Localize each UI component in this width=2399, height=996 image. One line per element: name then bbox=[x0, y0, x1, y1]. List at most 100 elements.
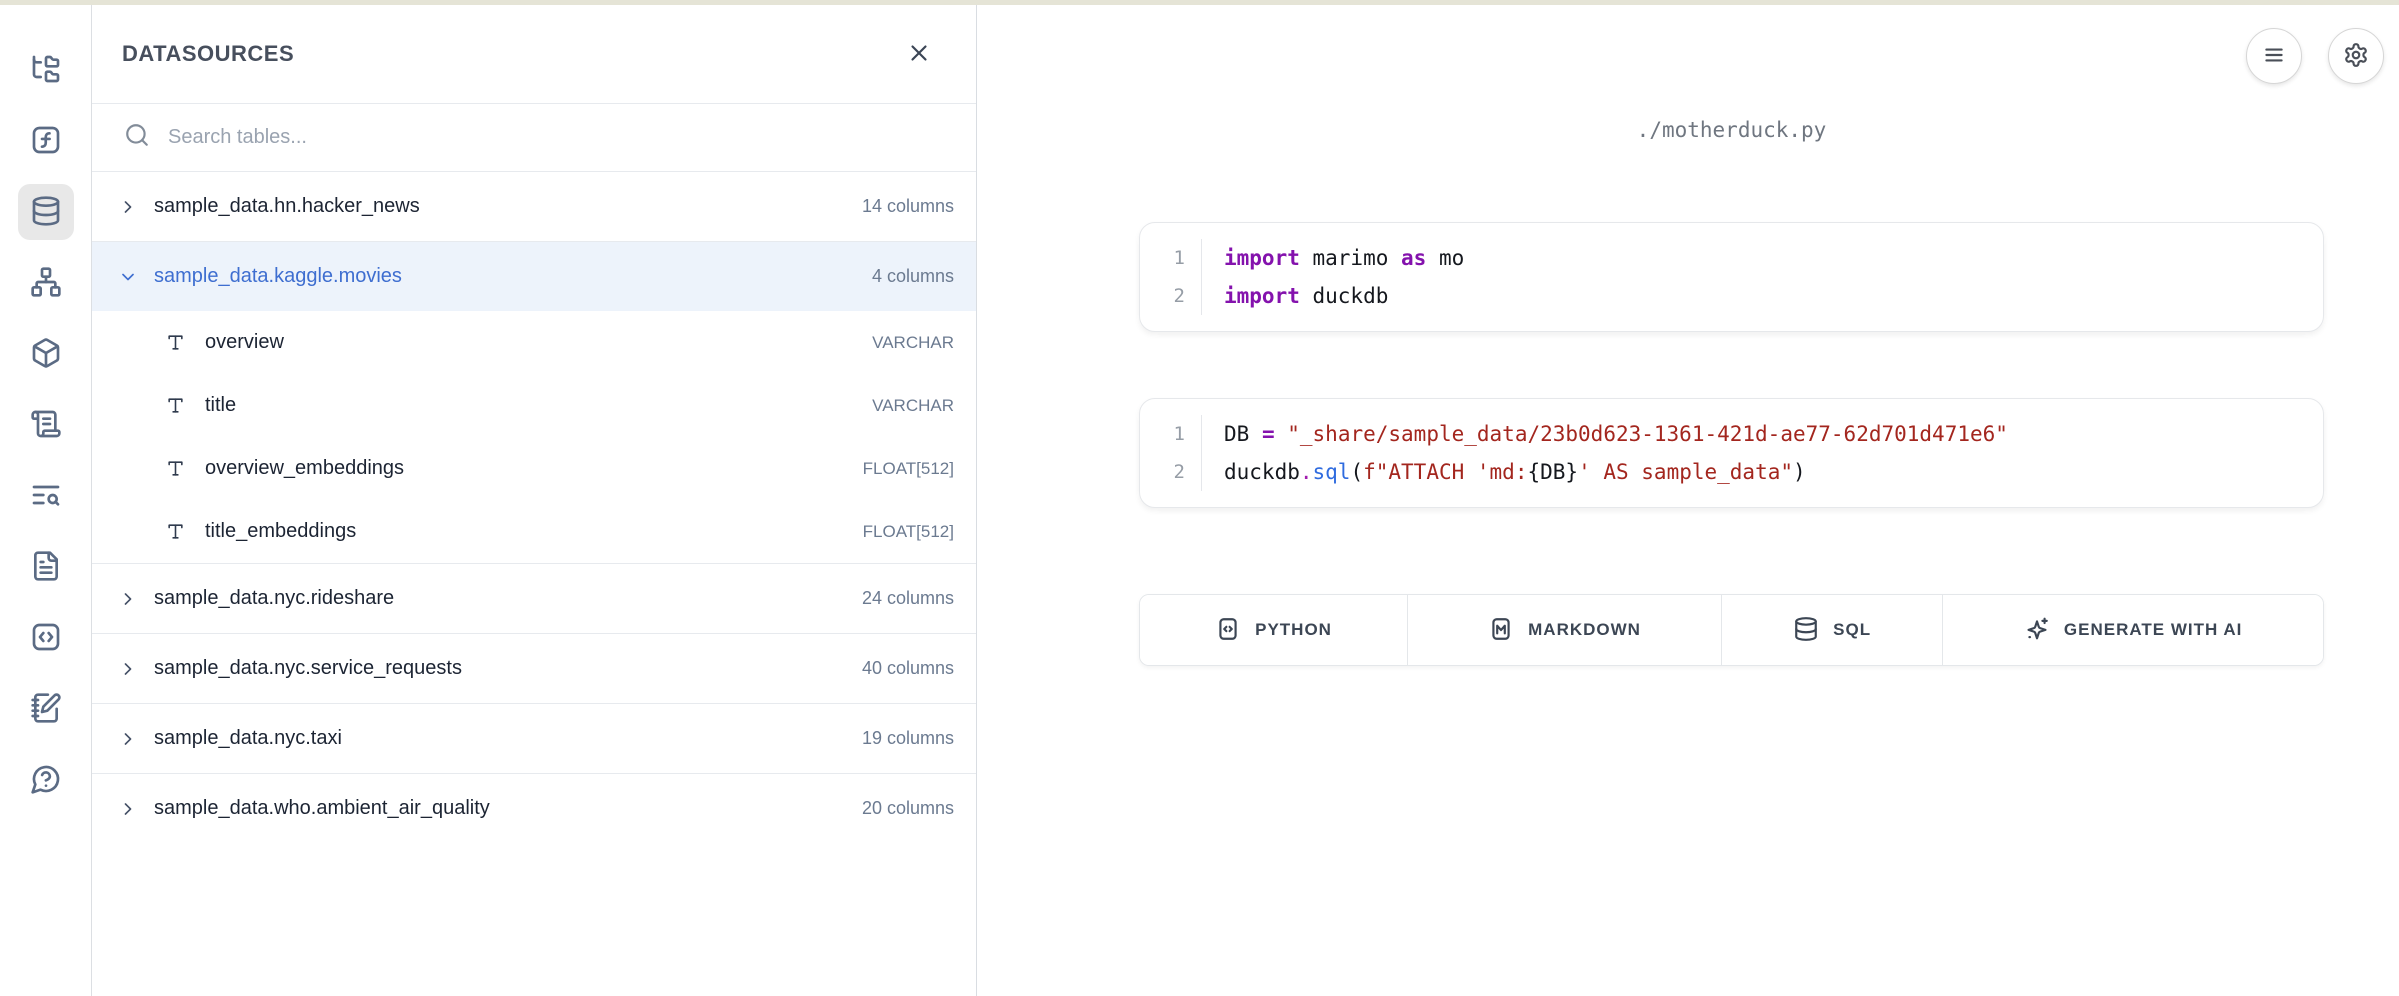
notebook-pane: ./motherduck.py 1 2 import marimo as mo … bbox=[977, 0, 2399, 996]
code-line: import marimo as mo bbox=[1224, 239, 1464, 277]
code-token: f"ATTACH 'md: bbox=[1363, 460, 1527, 484]
database-icon bbox=[30, 195, 62, 230]
file-tree-icon bbox=[30, 53, 62, 88]
code-token: as bbox=[1401, 246, 1426, 270]
code-cell-imports[interactable]: 1 2 import marimo as mo import duckdb bbox=[1139, 222, 2324, 332]
code-line: DB = "_share/sample_data/23b0d623-1361-4… bbox=[1224, 415, 2008, 453]
code-token: {DB} bbox=[1527, 460, 1578, 484]
table-columns-count: 40 columns bbox=[862, 658, 954, 679]
sidebar-item-snippets[interactable] bbox=[18, 610, 74, 666]
scroll-text-icon bbox=[30, 408, 62, 443]
column-name: overview bbox=[205, 331, 852, 354]
add-python-cell-button[interactable]: PYTHON bbox=[1140, 595, 1407, 665]
sidebar-item-file-tree[interactable] bbox=[18, 42, 74, 98]
notebook-pen-icon bbox=[30, 692, 62, 727]
type-text-icon bbox=[166, 333, 185, 352]
sidebar-item-datasources[interactable] bbox=[18, 184, 74, 240]
column-name: title_embeddings bbox=[205, 520, 843, 543]
button-label: PYTHON bbox=[1255, 620, 1332, 640]
table-name: sample_data.hn.hacker_news bbox=[154, 195, 846, 218]
button-label: GENERATE WITH AI bbox=[2064, 620, 2242, 640]
sidebar-item-search-logs[interactable] bbox=[18, 468, 74, 524]
table-columns-count: 4 columns bbox=[872, 266, 954, 287]
button-label: SQL bbox=[1833, 620, 1871, 640]
add-cell-toolbar: PYTHON MARKDOWN SQL GENERATE WITH AI bbox=[1139, 594, 2324, 666]
close-panel-button[interactable] bbox=[906, 40, 932, 69]
sidebar-item-logs[interactable] bbox=[18, 397, 74, 453]
database-icon bbox=[1793, 616, 1819, 645]
table-row-nyc-taxi[interactable]: sample_data.nyc.taxi 19 columns bbox=[92, 703, 976, 773]
line-number: 1 bbox=[1174, 239, 1185, 277]
settings-button[interactable] bbox=[2328, 28, 2384, 84]
code-token: . bbox=[1300, 460, 1313, 484]
column-type: VARCHAR bbox=[872, 333, 954, 353]
line-number: 2 bbox=[1174, 453, 1185, 491]
table-row-nyc-service-requests[interactable]: sample_data.nyc.service_requests 40 colu… bbox=[92, 633, 976, 703]
chevron-down-icon bbox=[118, 267, 138, 287]
sidebar-item-documentation[interactable] bbox=[18, 539, 74, 595]
sparkles-icon bbox=[2024, 616, 2050, 645]
table-columns-count: 14 columns bbox=[862, 196, 954, 217]
add-markdown-cell-button[interactable]: MARKDOWN bbox=[1407, 595, 1721, 665]
table-name: sample_data.nyc.service_requests bbox=[154, 657, 846, 680]
code-cell-attach-db[interactable]: 1 2 DB = "_share/sample_data/23b0d623-13… bbox=[1139, 398, 2324, 508]
chevron-right-icon bbox=[118, 799, 138, 819]
sidebar-item-help[interactable] bbox=[18, 752, 74, 808]
table-columns-count: 20 columns bbox=[862, 798, 954, 819]
panel-header: DATASOURCES bbox=[92, 0, 976, 104]
column-type: FLOAT[512] bbox=[863, 459, 954, 479]
type-text-icon bbox=[166, 459, 185, 478]
generate-with-ai-button[interactable]: GENERATE WITH AI bbox=[1942, 595, 2323, 665]
code-token: ) bbox=[1793, 460, 1806, 484]
column-row-title[interactable]: title VARCHAR bbox=[92, 374, 976, 437]
code-line: import duckdb bbox=[1224, 277, 1464, 315]
code-token: ( bbox=[1350, 460, 1363, 484]
code-token: duckdb bbox=[1300, 284, 1389, 308]
line-number-gutter: 1 2 bbox=[1140, 415, 1202, 491]
column-name: title bbox=[205, 394, 852, 417]
code-token: ' AS sample_data" bbox=[1578, 460, 1793, 484]
code-token bbox=[1275, 422, 1288, 446]
sidebar-item-variables[interactable] bbox=[18, 113, 74, 169]
code-token: DB bbox=[1224, 422, 1262, 446]
search-input[interactable] bbox=[168, 126, 952, 149]
type-text-icon bbox=[166, 396, 185, 415]
close-icon bbox=[906, 40, 932, 69]
sidebar-item-packages[interactable] bbox=[18, 326, 74, 382]
icon-rail bbox=[0, 0, 92, 996]
code-token: = bbox=[1262, 422, 1275, 446]
table-name: sample_data.kaggle.movies bbox=[154, 265, 856, 288]
column-row-title-embeddings[interactable]: title_embeddings FLOAT[512] bbox=[92, 500, 976, 563]
search-bar bbox=[92, 104, 976, 171]
table-row-kaggle-movies[interactable]: sample_data.kaggle.movies 4 columns bbox=[92, 241, 976, 311]
sidebar-item-dependencies[interactable] bbox=[18, 255, 74, 311]
sidebar-item-scratchpad[interactable] bbox=[18, 681, 74, 737]
button-label: MARKDOWN bbox=[1528, 620, 1641, 640]
code-editor[interactable]: DB = "_share/sample_data/23b0d623-1361-4… bbox=[1202, 415, 2008, 491]
column-row-overview-embeddings[interactable]: overview_embeddings FLOAT[512] bbox=[92, 437, 976, 500]
code-square-icon bbox=[1215, 616, 1241, 645]
code-editor[interactable]: import marimo as mo import duckdb bbox=[1202, 239, 1464, 315]
table-columns-count: 24 columns bbox=[862, 588, 954, 609]
markdown-square-icon bbox=[1488, 616, 1514, 645]
chevron-right-icon bbox=[118, 589, 138, 609]
table-row-who-ambient-air-quality[interactable]: sample_data.who.ambient_air_quality 20 c… bbox=[92, 773, 976, 843]
table-row-nyc-rideshare[interactable]: sample_data.nyc.rideshare 24 columns bbox=[92, 563, 976, 633]
table-name: sample_data.nyc.taxi bbox=[154, 727, 846, 750]
line-number: 1 bbox=[1174, 415, 1185, 453]
type-text-icon bbox=[166, 522, 185, 541]
code-token: "_share/sample_data/23b0d623-1361-421d-a… bbox=[1287, 422, 2008, 446]
gear-icon bbox=[2343, 42, 2369, 71]
chevron-right-icon bbox=[118, 729, 138, 749]
notebook-filename: ./motherduck.py bbox=[1139, 118, 2324, 142]
line-number-gutter: 1 2 bbox=[1140, 239, 1202, 315]
column-name: overview_embeddings bbox=[205, 457, 843, 480]
table-row-hacker-news[interactable]: sample_data.hn.hacker_news 14 columns bbox=[92, 171, 976, 241]
message-question-icon bbox=[30, 763, 62, 798]
column-row-overview[interactable]: overview VARCHAR bbox=[92, 311, 976, 374]
marimo-app: DATASOURCES sample_data.hn.hacker_news 1… bbox=[0, 0, 2399, 996]
notebook-column: ./motherduck.py 1 2 import marimo as mo … bbox=[1139, 0, 2324, 666]
network-icon bbox=[30, 266, 62, 301]
code-token: import bbox=[1224, 284, 1300, 308]
add-sql-cell-button[interactable]: SQL bbox=[1721, 595, 1942, 665]
